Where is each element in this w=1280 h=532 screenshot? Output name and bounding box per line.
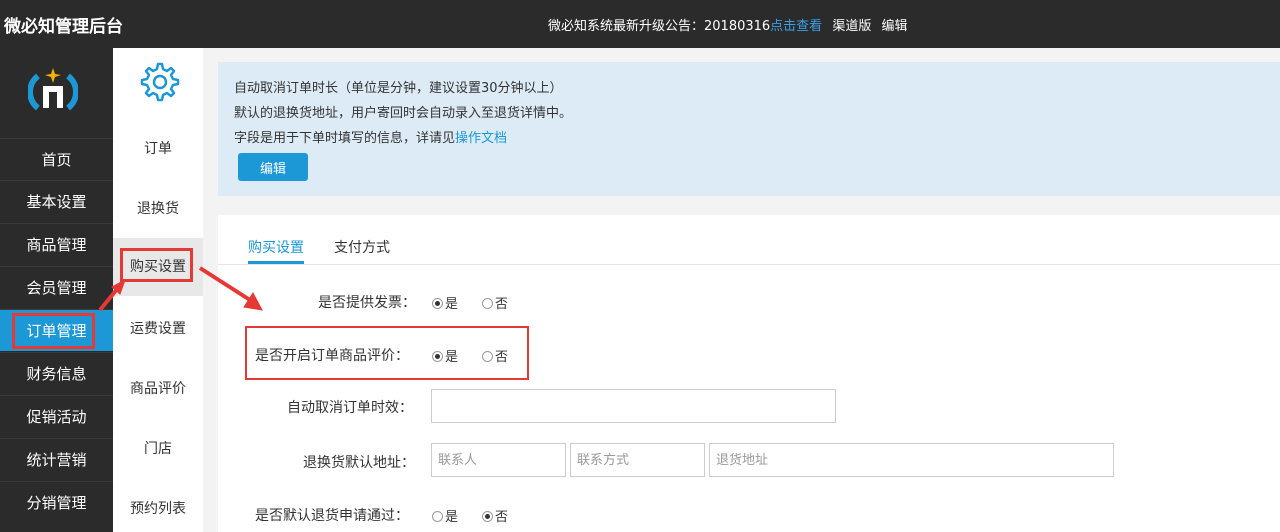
highlight-box: [12, 313, 95, 349]
auto-cancel-label: 自动取消订单时效：: [287, 400, 413, 416]
edit-button[interactable]: 编辑: [238, 153, 308, 181]
invoice-label: 是否提供发票：: [318, 295, 416, 311]
nav-item-distribution[interactable]: 分销管理: [0, 481, 113, 523]
sub-item-reservations[interactable]: 预约列表: [113, 480, 203, 532]
tabs-divider: [218, 264, 1280, 265]
nav-item-statistics[interactable]: 统计营销: [0, 438, 113, 480]
nav-item-basic-settings[interactable]: 基本设置: [0, 180, 113, 222]
radio-unchecked-icon: [482, 298, 493, 309]
sub-item-orders[interactable]: 订单: [113, 120, 203, 178]
nav-item-home[interactable]: 首页: [0, 138, 113, 180]
invoice-no-radio[interactable]: 否: [482, 293, 508, 312]
announcement-edit-link[interactable]: 编辑: [881, 19, 907, 34]
auto-return-label: 是否默认退货申请通过：: [255, 508, 409, 524]
brand-logo-icon: [28, 68, 78, 111]
tab-payment-methods[interactable]: 支付方式: [334, 237, 390, 257]
top-bar: 微必知管理后台 微必知系统最新升级公告：20180316点击查看 渠道版 编辑: [0, 0, 1280, 48]
sub-item-stores[interactable]: 门店: [113, 420, 203, 478]
phone-input[interactable]: [570, 443, 705, 477]
nav-item-finance[interactable]: 财务信息: [0, 352, 113, 394]
radio-unchecked-icon: [432, 511, 443, 522]
tab-purchase-settings[interactable]: 购买设置: [248, 237, 304, 257]
highlight-box: [120, 248, 193, 282]
nav-item-orders[interactable]: 订单管理: [0, 309, 113, 351]
sub-item-returns[interactable]: 退换货: [113, 180, 203, 238]
docs-link[interactable]: 操作文档: [455, 131, 507, 146]
sub-item-shipping-settings[interactable]: 运费设置: [113, 300, 203, 358]
return-address-input[interactable]: [709, 443, 1114, 477]
nav-item-promotions[interactable]: 促销活动: [0, 395, 113, 437]
contact-input[interactable]: [431, 443, 566, 477]
sub-item-purchase-settings[interactable]: 购买设置: [113, 238, 203, 296]
left-nav: 首页 基本设置 商品管理 会员管理 订单管理 财务信息 促销活动 统计营销 分销…: [0, 48, 113, 532]
nav-item-members[interactable]: 会员管理: [0, 266, 113, 308]
announcement-text: 微必知系统最新升级公告：20180316: [548, 19, 771, 34]
sub-nav: 订单 退换货 购买设置 运费设置 商品评价 门店 预约列表: [113, 48, 203, 532]
announcement: 微必知系统最新升级公告：20180316点击查看 渠道版 编辑: [548, 15, 908, 34]
auto-cancel-input[interactable]: [431, 389, 836, 423]
sub-item-product-reviews[interactable]: 商品评价: [113, 360, 203, 418]
channel-label: 渠道版: [832, 19, 872, 34]
radio-checked-icon: [482, 511, 493, 522]
nav-item-products[interactable]: 商品管理: [0, 223, 113, 265]
app-title: 微必知管理后台: [4, 17, 123, 37]
info-line-1: 自动取消订单时长（单位是分钟，建议设置30分钟以上）: [234, 81, 563, 96]
auto-return-no-radio[interactable]: 否: [482, 506, 508, 525]
radio-checked-icon: [432, 298, 443, 309]
auto-return-yes-radio[interactable]: 是: [432, 506, 458, 525]
gear-icon: [140, 62, 180, 102]
return-address-label: 退换货默认地址：: [303, 455, 415, 471]
info-panel: 自动取消订单时长（单位是分钟，建议设置30分钟以上） 默认的退换货地址，用户寄回…: [218, 62, 1280, 196]
announcement-link[interactable]: 点击查看: [770, 19, 822, 34]
info-line-2: 默认的退换货地址，用户寄回时会自动录入至退货详情中。: [234, 106, 573, 121]
invoice-yes-radio[interactable]: 是: [432, 293, 458, 312]
info-line-3: 字段是用于下单时填写的信息，详请见操作文档: [234, 131, 508, 146]
highlight-box: [245, 326, 529, 380]
